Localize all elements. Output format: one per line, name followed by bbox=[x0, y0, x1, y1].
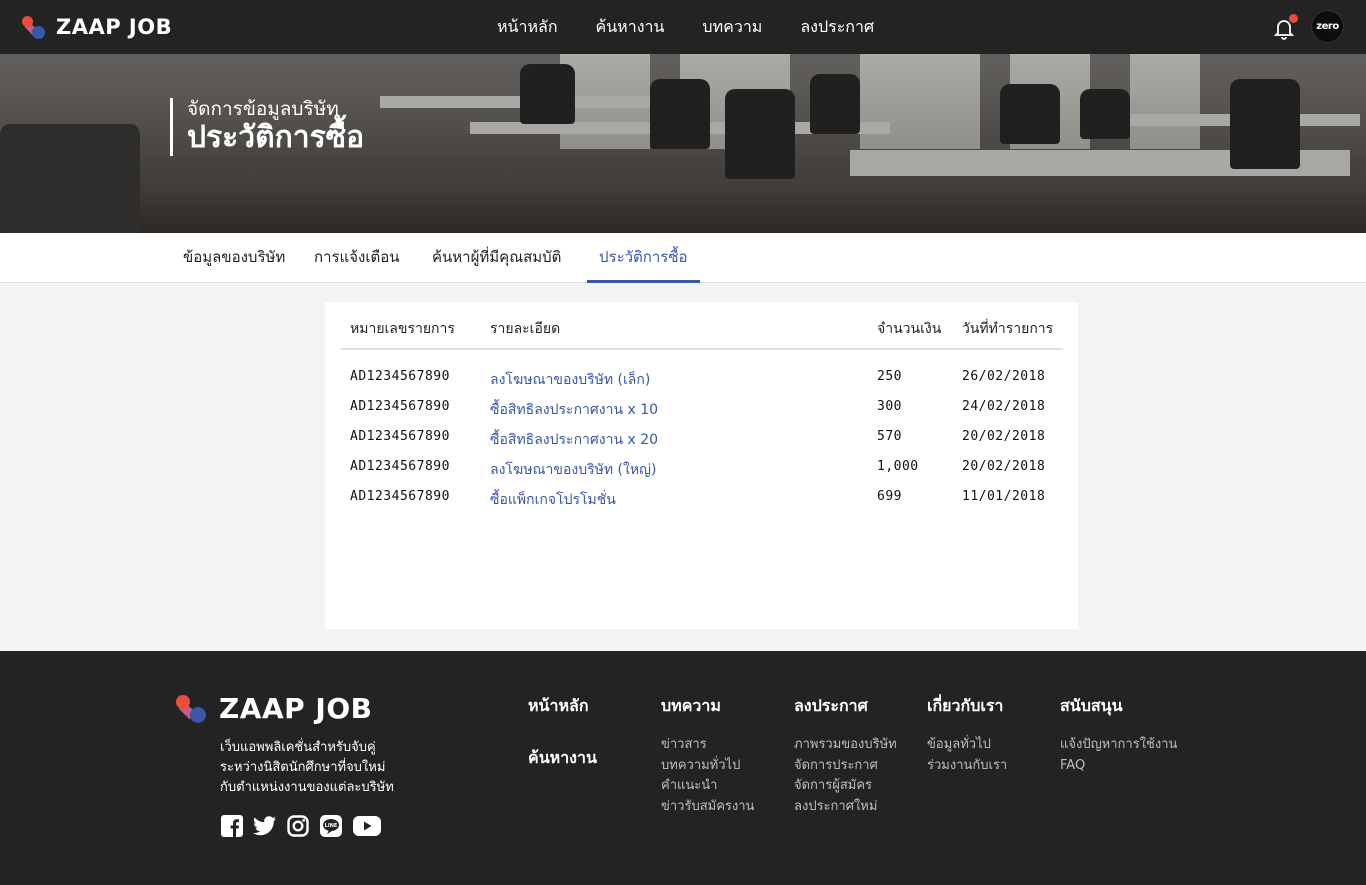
tab-notifications[interactable]: การแจ้งเตือน bbox=[314, 233, 399, 283]
order-date: 20/02/2018 bbox=[962, 429, 1046, 444]
footer-link[interactable]: ลงประกาศใหม่ bbox=[794, 797, 897, 818]
footer-link[interactable]: ข่าวรับสมัครงาน bbox=[661, 797, 754, 818]
table-row: AD1234567890 ซื้อสิทธิลงประกาศงาน x 10 3… bbox=[325, 393, 1078, 423]
order-detail-link[interactable]: ซื้อสิทธิลงประกาศงาน x 10 bbox=[490, 399, 658, 421]
footer-heading[interactable]: สนับสนุน bbox=[1060, 694, 1177, 719]
footer-link[interactable]: จัดการผู้สมัคร bbox=[794, 776, 897, 797]
table-row: AD1234567890 ซื้อแพ็กเกจโปรโมชั่น 699 11… bbox=[325, 483, 1078, 513]
top-navbar: ZAAP JOB หน้าหลัก ค้นหางาน บทความ ลงประก… bbox=[0, 0, 1366, 54]
order-date: 20/02/2018 bbox=[962, 459, 1046, 474]
brand-logo[interactable]: ZAAP JOB bbox=[22, 14, 172, 40]
order-amount: 570 bbox=[877, 429, 902, 444]
bell-icon[interactable] bbox=[1272, 14, 1298, 40]
tab-search-candidates[interactable]: ค้นหาผู้ที่มีคุณสมบัติ bbox=[432, 233, 561, 283]
footer-brand-name: ZAAP JOB bbox=[219, 692, 373, 725]
order-id: AD1234567890 bbox=[350, 399, 450, 414]
footer-link[interactable]: จัดการประกาศ bbox=[794, 756, 897, 777]
social-links: LINE bbox=[220, 814, 391, 838]
table-row: AD1234567890 ลงโฆษณาของบริษัท (ใหญ่) 1,0… bbox=[325, 453, 1078, 483]
hero-heading: จัดการข้อมูลบริษัท ประวัติการซื้อ bbox=[170, 98, 364, 156]
footer-col-articles: บทความ ข่าวสาร บทความทั่วไป คำแนะนำ ข่าว… bbox=[661, 694, 754, 817]
order-date: 24/02/2018 bbox=[962, 399, 1046, 414]
brand-name: ZAAP JOB bbox=[56, 15, 173, 39]
order-amount: 250 bbox=[877, 369, 902, 384]
footer-tagline: เว็บแอพพลิเคชั่นสำหรับจับคู่ ระหว่างนิสิ… bbox=[220, 738, 394, 798]
footer-link[interactable]: บทความทั่วไป bbox=[661, 756, 754, 777]
footer-link[interactable]: ข้อมูลทั่วไป bbox=[927, 735, 1007, 756]
tagline-line: ระหว่างนิสิตนักศึกษาที่จบใหม่ bbox=[220, 760, 386, 775]
order-date: 26/02/2018 bbox=[962, 369, 1046, 384]
facebook-icon[interactable] bbox=[220, 814, 244, 838]
nav-item-find-jobs[interactable]: ค้นหางาน bbox=[596, 15, 665, 40]
user-avatar[interactable]: zero bbox=[1311, 10, 1344, 43]
order-amount: 300 bbox=[877, 399, 902, 414]
order-id: AD1234567890 bbox=[350, 459, 450, 474]
svg-text:LINE: LINE bbox=[325, 823, 338, 829]
tagline-line: เว็บแอพพลิเคชั่นสำหรับจับคู่ bbox=[220, 740, 376, 755]
table-row: AD1234567890 ลงโฆษณาของบริษัท (เล็ก) 250… bbox=[325, 363, 1078, 393]
nav-item-post-job[interactable]: ลงประกาศ bbox=[800, 15, 874, 40]
youtube-icon[interactable] bbox=[352, 814, 382, 838]
order-detail-link[interactable]: ลงโฆษณาของบริษัท (ใหญ่) bbox=[490, 459, 656, 481]
twitter-icon[interactable] bbox=[253, 814, 277, 838]
order-date: 11/01/2018 bbox=[962, 489, 1046, 504]
footer-heading[interactable]: ลงประกาศ bbox=[794, 694, 897, 719]
order-id: AD1234567890 bbox=[350, 489, 450, 504]
logo-icon bbox=[176, 693, 208, 725]
footer-link[interactable]: คำแนะนำ bbox=[661, 776, 754, 797]
footer-link[interactable]: ภาพรวมของบริษัท bbox=[794, 735, 897, 756]
order-detail-link[interactable]: ลงโฆษณาของบริษัท (เล็ก) bbox=[490, 369, 650, 391]
footer-link-home[interactable]: หน้าหลัก bbox=[528, 694, 597, 719]
order-id: AD1234567890 bbox=[350, 429, 450, 444]
footer-link[interactable]: FAQ bbox=[1060, 756, 1177, 777]
tab-purchase-history[interactable]: ประวัติการซื้อ bbox=[587, 233, 700, 283]
site-footer: ZAAP JOB เว็บแอพพลิเคชั่นสำหรับจับคู่ ระ… bbox=[0, 651, 1366, 885]
footer-logo[interactable]: ZAAP JOB bbox=[176, 692, 372, 725]
order-amount: 1,000 bbox=[877, 459, 919, 474]
instagram-icon[interactable] bbox=[286, 814, 310, 838]
column-header-date: วันที่ทำรายการ bbox=[962, 321, 1054, 337]
footer-link[interactable]: แจ้งปัญหาการใช้งาน bbox=[1060, 735, 1177, 756]
footer-col-support: สนับสนุน แจ้งปัญหาการใช้งาน FAQ bbox=[1060, 694, 1177, 776]
footer-link[interactable]: ร่วมงานกับเรา bbox=[927, 756, 1007, 777]
order-detail-link[interactable]: ซื้อสิทธิลงประกาศงาน x 20 bbox=[490, 429, 658, 451]
footer-link[interactable]: ข่าวสาร bbox=[661, 735, 754, 756]
header-divider bbox=[341, 348, 1063, 350]
footer-col-home: หน้าหลัก ค้นหางาน bbox=[528, 694, 597, 771]
nav-item-home[interactable]: หน้าหลัก bbox=[497, 15, 558, 40]
table-row: AD1234567890 ซื้อสิทธิลงประกาศงาน x 20 5… bbox=[325, 423, 1078, 453]
column-header-order-id: หมายเลขรายการ bbox=[350, 321, 455, 337]
column-header-amount: จำนวนเงิน bbox=[877, 321, 942, 337]
order-amount: 699 bbox=[877, 489, 902, 504]
notification-dot bbox=[1289, 14, 1298, 23]
footer-col-post-job: ลงประกาศ ภาพรวมของบริษัท จัดการประกาศ จั… bbox=[794, 694, 897, 817]
tagline-line: กับตำแหน่งงานของแต่ละบริษัท bbox=[220, 780, 394, 795]
column-header-details: รายละเอียด bbox=[490, 321, 561, 337]
line-icon[interactable]: LINE bbox=[319, 814, 343, 838]
nav-item-articles[interactable]: บทความ bbox=[702, 15, 762, 40]
order-detail-link[interactable]: ซื้อแพ็กเกจโปรโมชั่น bbox=[490, 489, 616, 511]
hero-banner: จัดการข้อมูลบริษัท ประวัติการซื้อ bbox=[0, 54, 1366, 233]
footer-heading[interactable]: บทความ bbox=[661, 694, 754, 719]
page-title: ประวัติการซื้อ bbox=[187, 120, 365, 155]
hero-subtitle: จัดการข้อมูลบริษัท bbox=[187, 98, 339, 120]
footer-link-find-jobs[interactable]: ค้นหางาน bbox=[528, 746, 597, 771]
tab-company-info[interactable]: ข้อมูลของบริษัท bbox=[183, 233, 285, 283]
footer-heading[interactable]: เกี่ยวกับเรา bbox=[927, 694, 1007, 719]
footer-col-about: เกี่ยวกับเรา ข้อมูลทั่วไป ร่วมงานกับเรา bbox=[927, 694, 1007, 776]
company-tabs: ข้อมูลของบริษัท การแจ้งเตือน ค้นหาผู้ที่… bbox=[0, 233, 1366, 283]
main-nav: หน้าหลัก ค้นหางาน บทความ ลงประกาศ bbox=[478, 0, 893, 54]
order-id: AD1234567890 bbox=[350, 369, 450, 384]
purchase-history-table: หมายเลขรายการ รายละเอียด จำนวนเงิน วันที… bbox=[325, 302, 1078, 629]
logo-icon bbox=[22, 14, 48, 40]
